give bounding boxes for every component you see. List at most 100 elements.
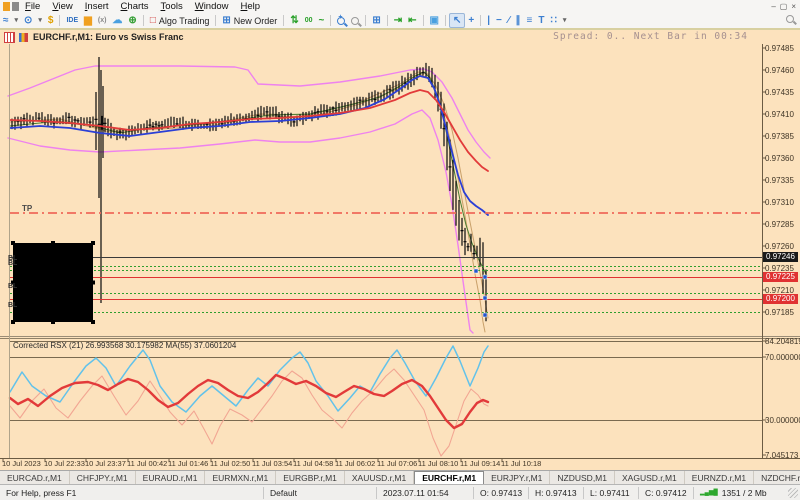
status-profile[interactable]: Default — [263, 487, 376, 499]
rectangle-handle[interactable] — [51, 241, 55, 245]
indicators-button[interactable]: ⊙ — [21, 14, 35, 27]
menu-view[interactable]: View — [46, 1, 78, 12]
line-chart-button[interactable]: ~ — [316, 14, 328, 27]
search-icon[interactable] — [786, 15, 794, 23]
zoom-in-icon — [337, 14, 346, 25]
menu-bar: File View Insert Charts Tools Window Help – ▢ × — [0, 0, 800, 13]
shapes-button[interactable]: ∷ — [547, 14, 559, 27]
indicators-caret-button[interactable]: ▾ — [35, 14, 45, 27]
status-open: O: 0.97413 — [473, 487, 528, 499]
chart-shift-button[interactable]: ⇤ — [405, 14, 419, 27]
chart-type-caret-button[interactable]: ▾ — [12, 14, 22, 27]
channel-button[interactable]: ∥ — [513, 14, 524, 27]
tab-eurcad-r-m1[interactable]: EURCAD.r,M1 — [0, 471, 70, 485]
chart-type-icon: ≈ — [3, 15, 9, 26]
objects-caret-icon: ▾ — [562, 17, 567, 24]
objects-caret-button[interactable]: ▾ — [560, 14, 570, 27]
horizontal-line-button[interactable]: − — [493, 14, 505, 27]
chart-type-caret-icon: ▾ — [14, 17, 19, 24]
symbols-button[interactable]: $ — [45, 14, 57, 27]
zoom-out-button[interactable] — [348, 14, 362, 27]
rectangle-handle[interactable] — [11, 320, 15, 324]
rectangle-handle[interactable] — [91, 280, 95, 285]
crosshair-button[interactable]: + — [465, 14, 477, 27]
cloud-button[interactable]: ☁ — [109, 14, 125, 27]
tab-nzdusd-m1[interactable]: NZDUSD,M1 — [550, 471, 615, 485]
tab-eurgbp-r-m1[interactable]: EURGBP.r,M1 — [276, 471, 345, 485]
menu-items: File View Insert Charts Tools Window Help — [19, 1, 266, 12]
tab-eurnzd-r-m1[interactable]: EURNZD.r,M1 — [685, 471, 755, 485]
chart-shift-icon: ⇤ — [408, 15, 417, 26]
status-bar: For Help, press F1 Default 2023.07.11 01… — [0, 484, 800, 500]
tab-euraud-r-m1[interactable]: EURAUD.r,M1 — [136, 471, 206, 485]
rectangle-handle[interactable] — [51, 320, 55, 324]
trendline-button[interactable]: ∕ — [505, 14, 513, 27]
menu-charts[interactable]: Charts — [115, 1, 155, 12]
line-chart-icon: ~ — [318, 15, 325, 26]
indicator-header: Corrected RSX (21) 26.993568 30.175982 M… — [13, 341, 237, 350]
shapes-icon: ∷ — [550, 15, 557, 26]
menu-help[interactable]: Help — [235, 1, 267, 12]
autoscroll-icon: ⇥ — [393, 15, 403, 26]
tab-chfjpy-r-m1[interactable]: CHFJPY.r,M1 — [70, 471, 136, 485]
tile-windows-button[interactable]: ⊞ — [369, 14, 383, 27]
tab-eurchf-r-m1[interactable]: EURCHF.r,M1 — [414, 471, 485, 485]
vps-icon: ⊕ — [128, 15, 137, 26]
rectangle-handle[interactable] — [11, 241, 15, 245]
rectangle-handle[interactable] — [91, 241, 95, 245]
chart-canvas[interactable] — [0, 44, 800, 470]
menu-window[interactable]: Window — [189, 1, 235, 12]
rsx-fast-line — [9, 345, 489, 413]
object-anchor-point[interactable] — [482, 312, 488, 318]
rectangle-handle[interactable] — [91, 320, 95, 324]
close-icon[interactable]: × — [791, 2, 796, 11]
price-axis-label: 0.97435 — [765, 88, 794, 97]
chart-type-button[interactable]: ≈ — [0, 14, 12, 27]
zoom-in-button[interactable] — [334, 14, 348, 27]
metaeditor-ide-button-button[interactable]: IDE — [63, 14, 81, 27]
autoscroll-button[interactable]: ⇥ — [391, 14, 405, 27]
signals-button[interactable]: (x) — [95, 14, 110, 27]
object-anchor-point[interactable] — [482, 274, 488, 280]
time-axis-label: 11 Jul 03:54 — [252, 459, 293, 468]
drawn-rectangle-object[interactable] — [13, 243, 93, 322]
indicator-axis-label: 70.000000 — [765, 353, 800, 362]
menu-insert[interactable]: Insert — [79, 1, 115, 12]
tab-xauusd-r-m1[interactable]: XAUUSD.r,M1 — [345, 471, 415, 485]
screenshot-button[interactable]: ▣ — [427, 14, 442, 27]
toolbar-separator — [386, 15, 388, 26]
algo-trading-button-button[interactable]: □ Algo Trading — [147, 14, 213, 27]
tab-xagusd-r-m1[interactable]: XAGUSD.r,M1 — [615, 471, 685, 485]
menu-tools[interactable]: Tools — [155, 1, 189, 12]
time-axis-label: 10 Jul 22:33 — [44, 459, 85, 468]
trendline-icon: ∕ — [507, 15, 510, 26]
menu-file[interactable]: File — [19, 1, 46, 12]
status-datetime: 2023.07.11 01:54 — [376, 487, 473, 499]
object-anchor-point[interactable] — [482, 295, 488, 301]
time-axis-label: 11 Jul 09:14 — [460, 459, 501, 468]
bars-chart-button[interactable]: ⇅ — [287, 14, 301, 27]
tab-nzdchf-r-m1[interactable]: NZDCHF.r,M1 — [754, 471, 800, 485]
time-axis-label: 11 Jul 02:50 — [210, 459, 251, 468]
market-button[interactable]: ▆ — [81, 14, 95, 27]
text-button[interactable]: T — [535, 14, 547, 27]
tab-eurjpy-r-m1[interactable]: EURJPY.r,M1 — [484, 471, 551, 485]
channel-icon: ∥ — [515, 15, 521, 26]
vps-button[interactable]: ⊕ — [125, 14, 139, 27]
indicators-caret-icon: ▾ — [38, 17, 42, 24]
restore-icon[interactable]: ▢ — [780, 2, 788, 11]
candles-chart-button[interactable]: 00 — [302, 14, 316, 27]
new-order-button: ⊞ — [222, 15, 231, 26]
new-order-button-button[interactable]: ⊞ New Order — [219, 14, 280, 27]
tile-windows-icon: ⊞ — [372, 15, 381, 26]
time-axis-label: 10 Jul 2023 — [2, 459, 41, 468]
tab-eurmxn-r-m1[interactable]: EURMXN.r,M1 — [205, 471, 277, 485]
vertical-line-button[interactable]: | — [484, 14, 493, 27]
minimize-icon[interactable]: – — [771, 2, 775, 11]
chart-title-bar: EURCHF.r,M1: Euro vs Swiss Franc Spread:… — [0, 30, 800, 44]
fibonacci-button[interactable]: ≡ — [524, 14, 536, 27]
buy-limit-label: BL — [8, 283, 17, 290]
cursor-button[interactable]: ↖ — [448, 13, 466, 28]
signals-icon: (x) — [97, 17, 107, 24]
object-anchor-point[interactable] — [473, 268, 479, 274]
